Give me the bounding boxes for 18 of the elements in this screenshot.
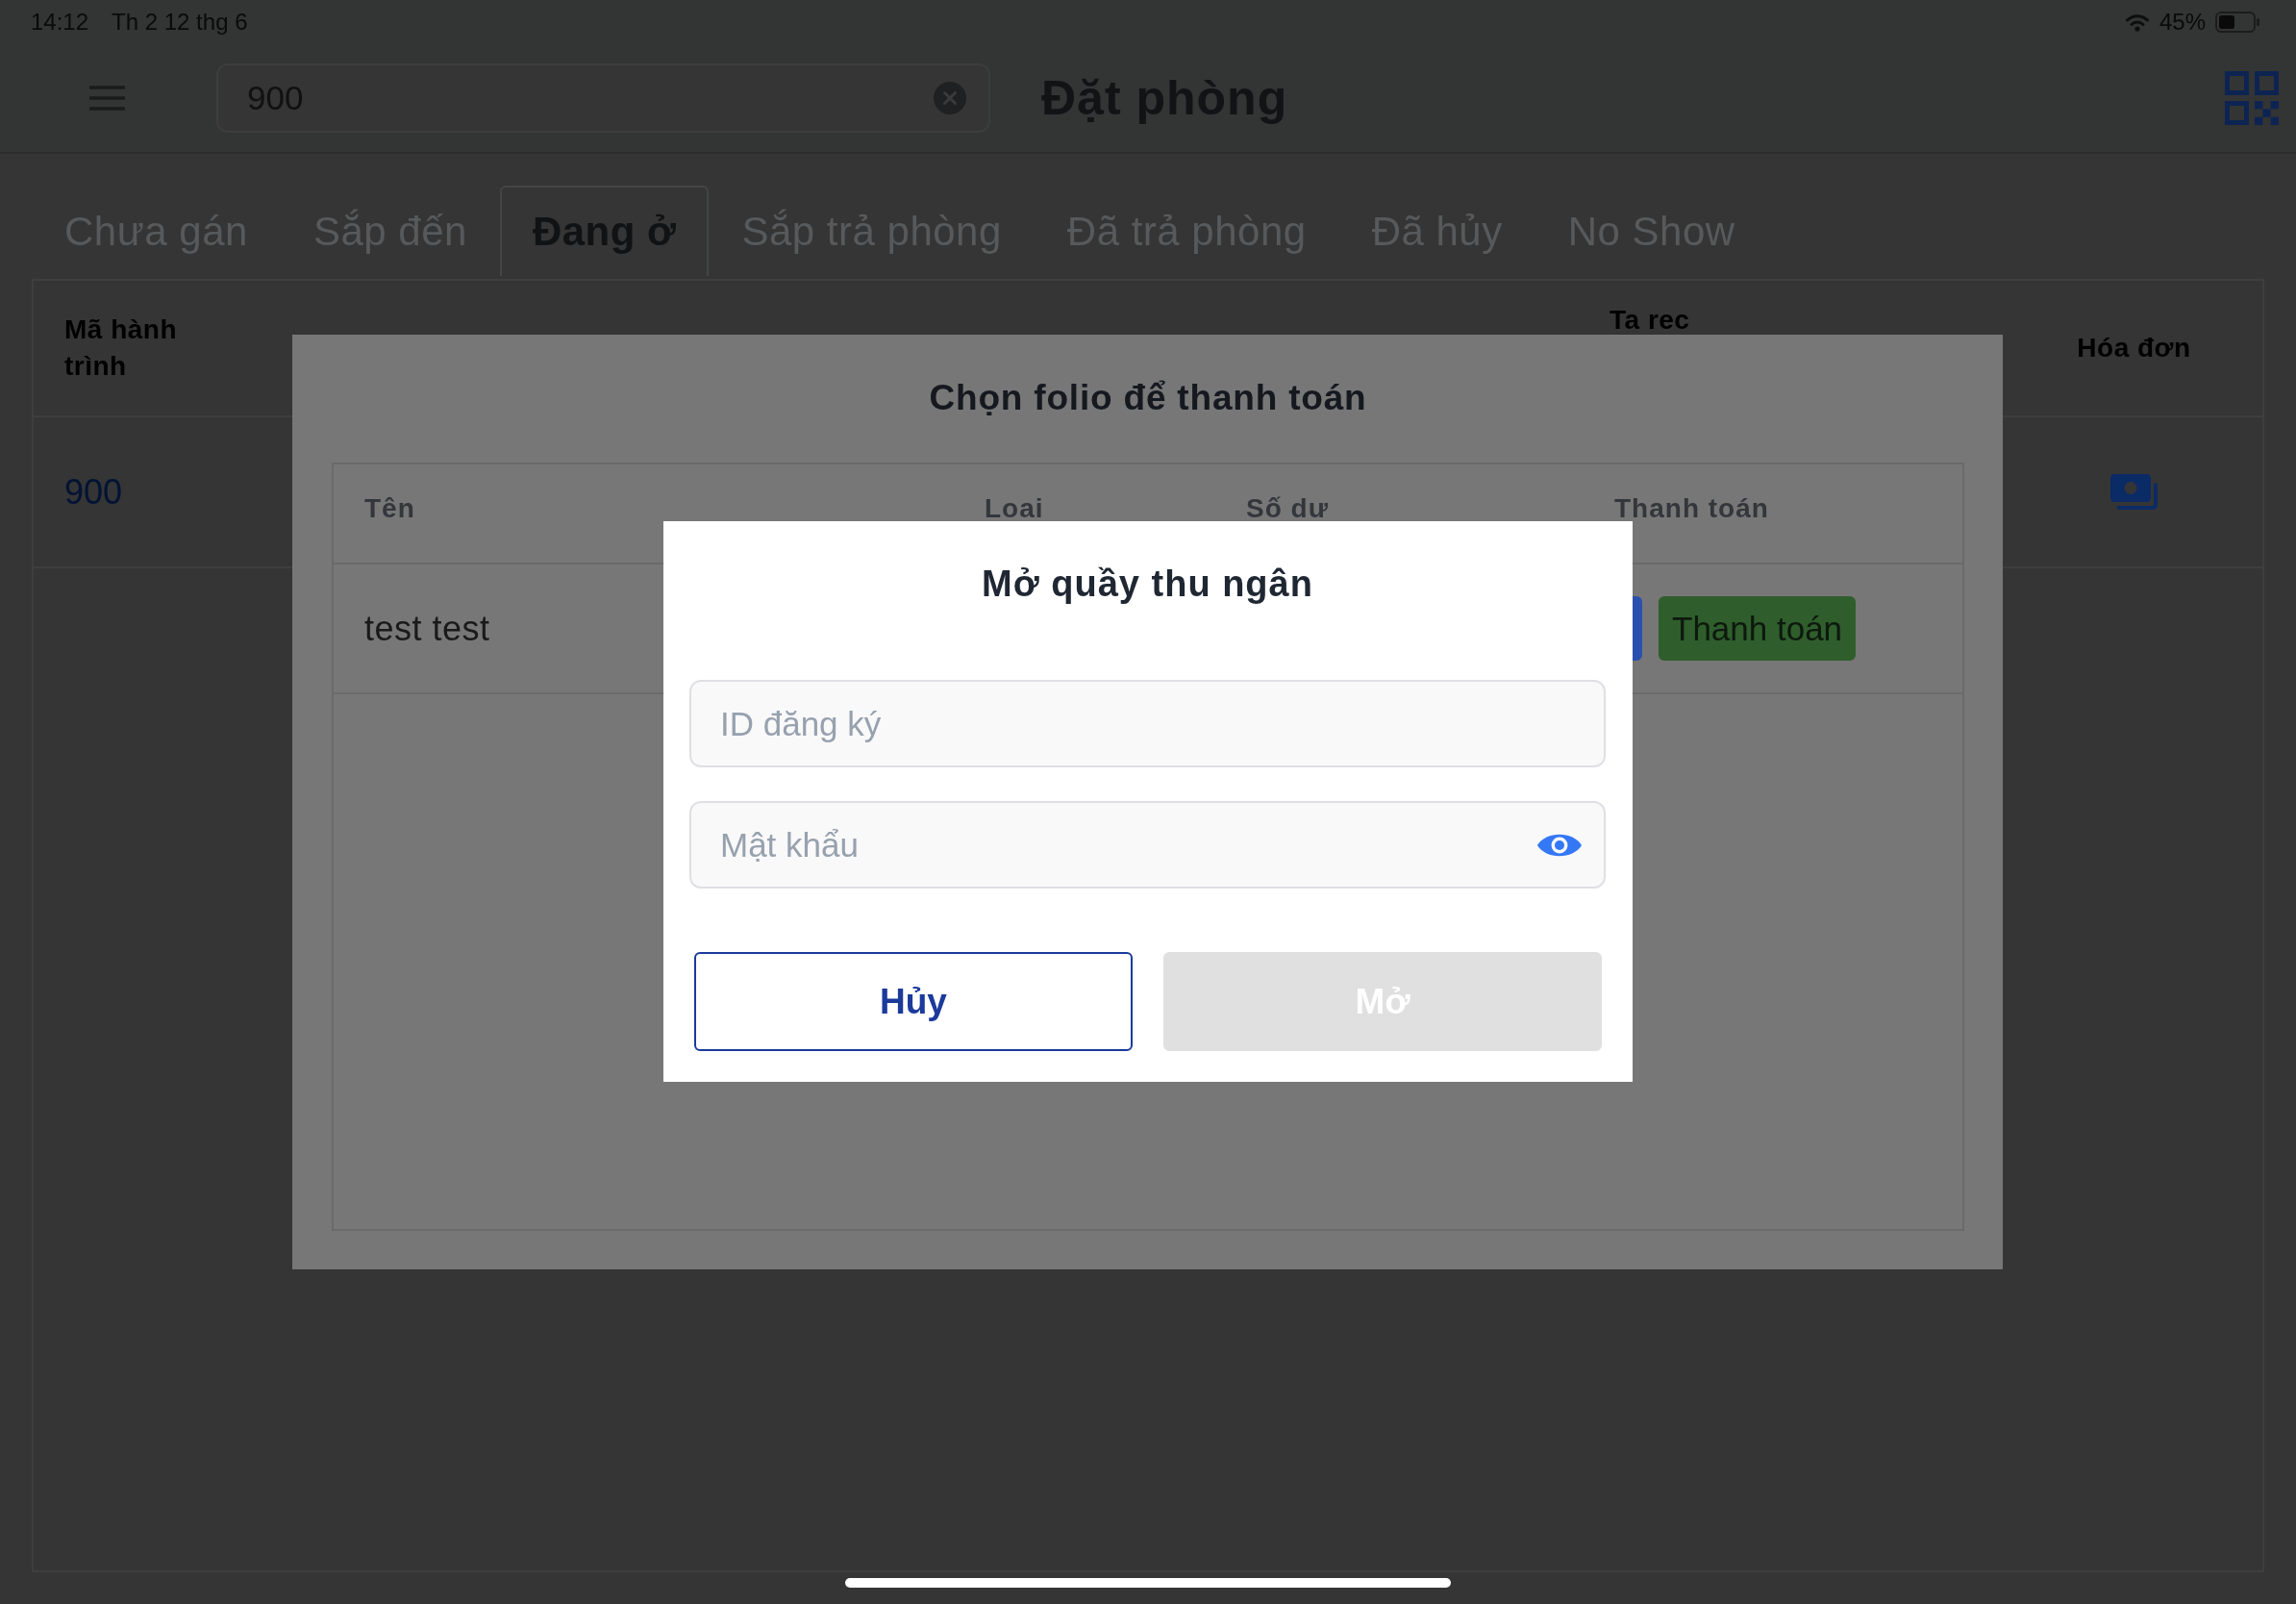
menu-icon[interactable] [89, 86, 125, 111]
column-header: Tên [364, 495, 415, 522]
pay-button[interactable]: Thanh toán [1659, 596, 1857, 661]
clear-icon[interactable] [934, 82, 966, 114]
password-field[interactable]: Mật khẩu [689, 801, 1606, 889]
money-bills-icon[interactable] [2109, 473, 2159, 511]
wifi-icon [2124, 13, 2150, 32]
column-header: Số dư [1246, 495, 1329, 522]
partly-hidden-button[interactable] [1633, 596, 1642, 661]
dialog-title: Mở quầy thu ngân [981, 563, 1314, 606]
dialog-title: Chọn folio để thanh toán [928, 377, 1368, 419]
battery-icon [2215, 12, 2259, 33]
column-header: Thanh toán [1614, 495, 1769, 522]
table-cell: test test [364, 608, 490, 649]
column-header: Loai [985, 495, 1044, 522]
cancel-button[interactable]: Hủy [694, 952, 1133, 1051]
id-field[interactable]: ID đăng ký [689, 680, 1606, 767]
qr-code-icon[interactable] [2225, 71, 2279, 125]
